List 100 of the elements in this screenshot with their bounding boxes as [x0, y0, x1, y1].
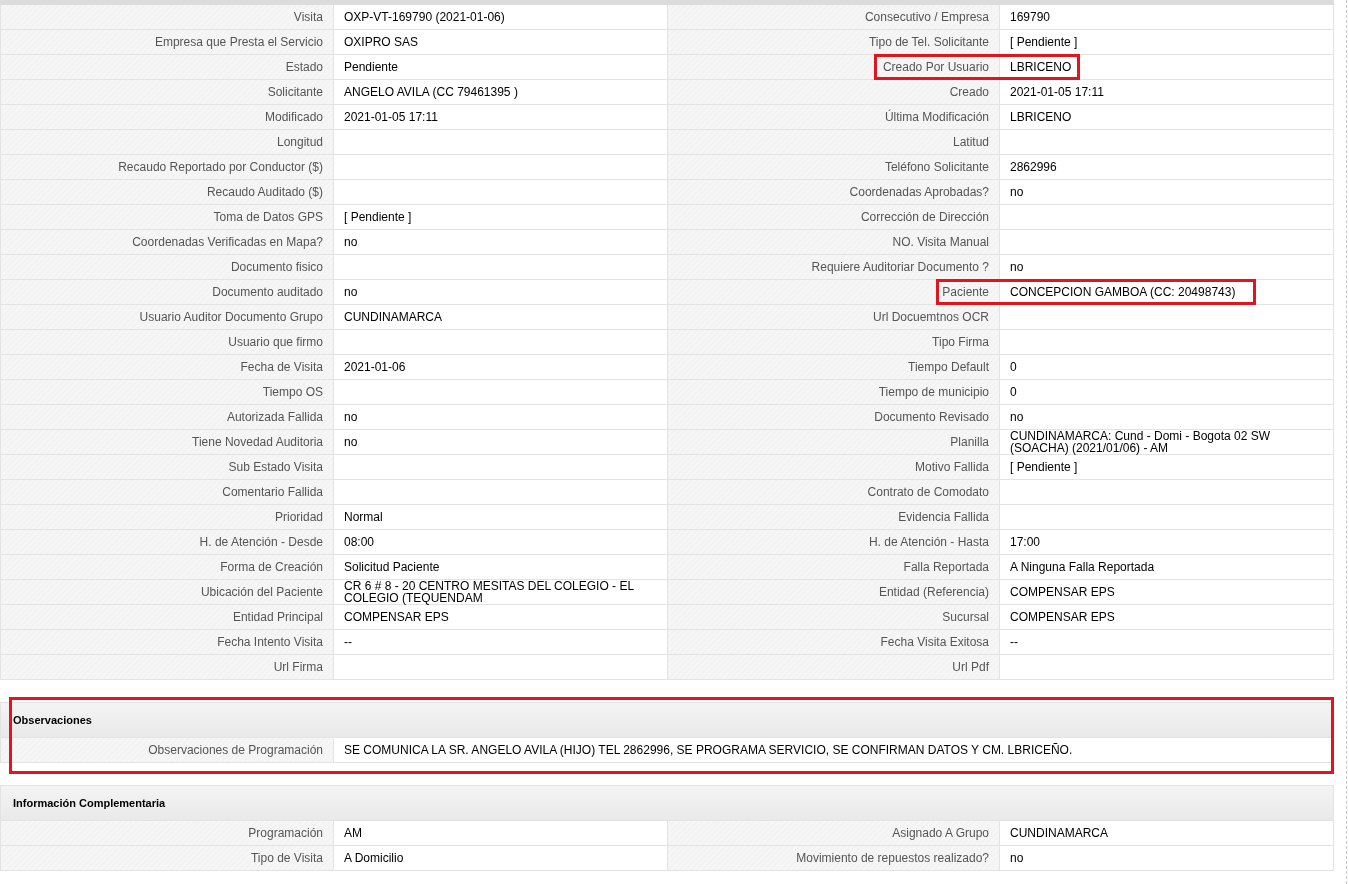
field-value: 0: [1009, 359, 1018, 376]
field-label: Documento Revisado: [667, 405, 1000, 429]
field-label: Prioridad: [1, 505, 334, 529]
field-value: no: [343, 234, 359, 251]
field-label: Usuario que firmo: [1, 330, 334, 354]
field-label: Autorizada Fallida: [1, 405, 334, 429]
field-label: Creado Por Usuario: [667, 55, 1000, 79]
field-value: COMPENSAR EPS: [343, 609, 450, 626]
section-header: Observaciones: [0, 702, 1334, 738]
field-label: Comentario Fallida: [1, 480, 334, 504]
field-value: LBRICENO: [1009, 109, 1073, 126]
field-label: Entidad (Referencia): [667, 580, 1000, 604]
field-value: 17:00: [1009, 534, 1042, 551]
field-label: Contrato de Comodato: [667, 480, 1000, 504]
field-label: Asignado A Grupo: [667, 821, 1000, 845]
field-label: Visita: [1, 5, 334, 29]
field-label: Planilla: [667, 430, 1000, 454]
field-value: [ Pendiente ]: [343, 209, 413, 226]
field-label: H. de Atención - Hasta: [667, 530, 1000, 554]
field-label: Evidencia Fallida: [667, 505, 1000, 529]
field-label: Forma de Creación: [1, 555, 334, 579]
field-value: 2021-01-05 17:11: [1009, 84, 1105, 101]
field-label: Tipo de Visita: [1, 846, 334, 870]
field-label: H. de Atención - Desde: [1, 530, 334, 554]
field-value: 2021-01-06: [343, 359, 407, 376]
field-label: Última Modificación: [667, 105, 1000, 129]
field-label: Fecha Visita Exitosa: [667, 630, 1000, 654]
field-label: Tiene Novedad Auditoria: [1, 430, 334, 454]
field-label: Coordenadas Aprobadas?: [667, 180, 1000, 204]
field-label: Recaudo Auditado ($): [1, 180, 334, 204]
field-label: Movimiento de repuestos realizado?: [667, 846, 1000, 870]
field-label: Tiempo OS: [1, 380, 334, 404]
field-label: Tiempo Default: [667, 355, 1000, 379]
field-label: Toma de Datos GPS: [1, 205, 334, 229]
field-label: Entidad Principal: [1, 605, 334, 629]
field-label: Url Firma: [1, 655, 334, 679]
field-value: no: [343, 434, 359, 451]
field-label: Requiere Auditoriar Documento ?: [667, 255, 1000, 279]
field-value: no: [1009, 259, 1025, 276]
field-value: 2021-01-05 17:11: [343, 109, 439, 126]
field-value: CR 6 # 8 - 20 CENTRO MESITAS DEL COLEGIO - EL COLEGIO (TEQUENDAM: [343, 580, 635, 604]
field-value: COMPENSAR EPS: [1009, 584, 1116, 601]
field-value: CUNDINAMARCA: [1009, 825, 1109, 842]
field-label: Creado: [667, 80, 1000, 104]
field-label: Empresa que Presta el Servicio: [1, 30, 334, 54]
field-value: --: [343, 634, 353, 651]
field-value: Pendiente: [343, 59, 400, 76]
field-value: no: [343, 409, 359, 426]
field-label: Observaciones de Programación: [1, 738, 334, 762]
field-label: Documento auditado: [1, 280, 334, 304]
field-value: OXP-VT-169790 (2021-01-06): [343, 9, 506, 26]
field-value: A Ninguna Falla Reportada: [1009, 559, 1156, 576]
field-label: Ubicación del Paciente: [1, 580, 334, 604]
field-value: CUNDINAMARCA: [343, 309, 443, 326]
field-label: Tiempo de municipio: [667, 380, 1000, 404]
field-label: Programación: [1, 821, 334, 845]
field-label: Fecha Intento Visita: [1, 630, 334, 654]
field-label: Estado: [1, 55, 334, 79]
field-value: SE COMUNICA LA SR. ANGELO AVILA (HIJO) TEL 2862996, SE PROGRAMA SERVICIO, SE CONFIRMAN DATOS Y CM. LBRICEÑO.: [343, 742, 1074, 759]
field-label: Url Pdf: [667, 655, 1000, 679]
field-value: --: [1009, 634, 1019, 651]
field-value: OXIPRO SAS: [343, 34, 420, 51]
field-value: 2862996: [1009, 159, 1058, 176]
field-value: ANGELO AVILA (CC 79461395 ): [343, 84, 519, 101]
field-value: [ Pendiente ]: [1009, 34, 1079, 51]
field-label: Url Docuemtnos OCR: [667, 305, 1000, 329]
field-label: Motivo Fallida: [667, 455, 1000, 479]
field-label: Fecha de Visita: [1, 355, 334, 379]
field-label: Consecutivo / Empresa: [667, 5, 1000, 29]
field-label: Solicitante: [1, 80, 334, 104]
field-value: 0: [1009, 384, 1018, 401]
field-label: Documento fisico: [1, 255, 334, 279]
field-label: Sub Estado Visita: [1, 455, 334, 479]
field-label: Teléfono Solicitante: [667, 155, 1000, 179]
field-value: 08:00: [343, 534, 376, 551]
field-label: Modificado: [1, 105, 334, 129]
field-value: no: [1009, 850, 1025, 867]
field-value: Solicitud Paciente: [343, 559, 441, 576]
field-label: Tipo de Tel. Solicitante: [667, 30, 1000, 54]
field-value: Normal: [343, 509, 384, 526]
field-label: Tipo Firma: [667, 330, 1000, 354]
field-value: [ Pendiente ]: [1009, 459, 1079, 476]
field-label: Latitud: [667, 130, 1000, 154]
field-value: no: [1009, 184, 1025, 201]
field-label: Falla Reportada: [667, 555, 1000, 579]
field-value: A Domicilio: [343, 850, 405, 867]
field-label: Sucursal: [667, 605, 1000, 629]
field-label: Usuario Auditor Documento Grupo: [1, 305, 334, 329]
field-label: Longitud: [1, 130, 334, 154]
field-label: Coordenadas Verificadas en Mapa?: [1, 230, 334, 254]
field-value: LBRICENO: [1009, 59, 1073, 76]
field-value: COMPENSAR EPS: [1009, 609, 1116, 626]
section-header: Información Complementaria: [0, 785, 1334, 821]
field-value: CONCEPCION GAMBOA (CC: 20498743): [1009, 284, 1237, 301]
field-value: 169790: [1009, 9, 1052, 26]
field-label: Paciente: [667, 280, 1000, 304]
field-value: no: [1009, 409, 1025, 426]
field-label: Corrección de Dirección: [667, 205, 1000, 229]
field-value: no: [343, 284, 359, 301]
field-label: NO. Visita Manual: [667, 230, 1000, 254]
